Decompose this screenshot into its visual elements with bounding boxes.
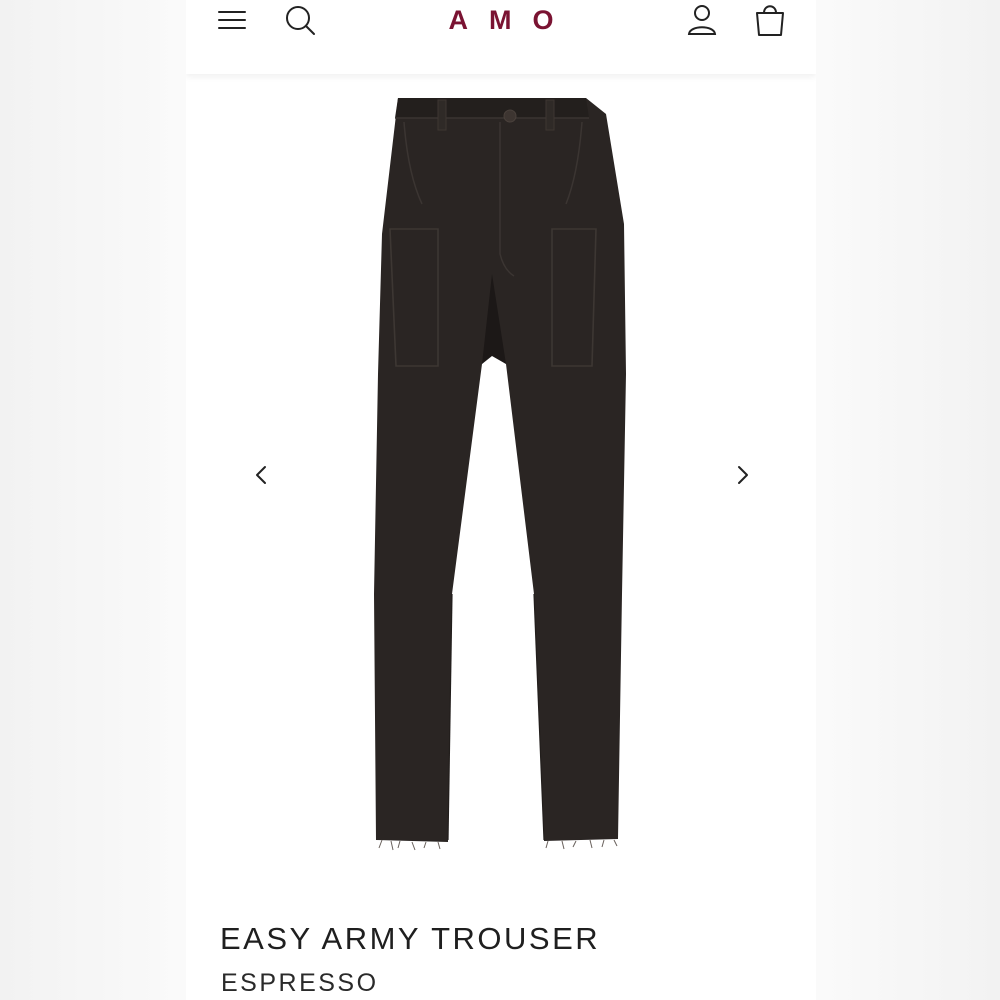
product-color: ESPRESSO xyxy=(221,969,379,997)
product-image xyxy=(374,98,626,851)
product-gallery xyxy=(186,74,816,874)
bag-icon[interactable] xyxy=(752,2,788,38)
account-icon[interactable] xyxy=(684,2,720,38)
chevron-right-icon[interactable] xyxy=(728,460,758,490)
site-header: AMO xyxy=(186,0,816,74)
brand-logo[interactable]: AMO xyxy=(186,2,816,38)
product-title: EASY ARMY TROUSER xyxy=(220,921,601,956)
product-page: AMO EASY ARMY TROUSER ESPRESSO xyxy=(186,0,816,1000)
chevron-left-icon[interactable] xyxy=(246,460,276,490)
